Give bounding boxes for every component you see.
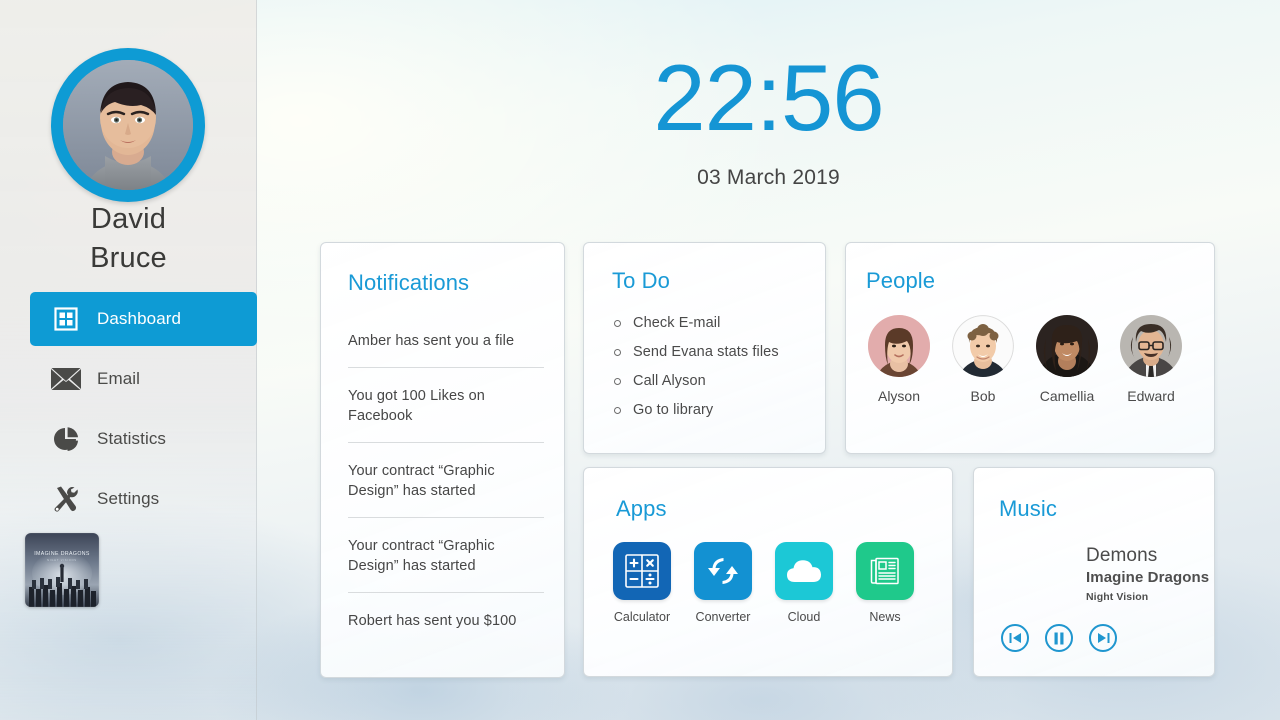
avatar-photo [63,60,193,190]
circle-bullet-icon [614,349,621,356]
notifications-list: Amber has sent you a file You got 100 Li… [348,313,544,647]
user-name: David Bruce [0,200,257,278]
sidebar-item-label: Statistics [97,429,167,448]
person-name: Alyson [877,388,921,404]
album-art[interactable]: IMAGINE DRAGONS NIGHT VISIONS [25,533,99,607]
tools-icon [48,484,84,514]
desktop-dashboard: David Bruce Dashboard Email Statistics S… [0,0,1280,720]
list-item[interactable]: Bob [952,315,1014,404]
sidebar-item-label: Email [97,369,141,388]
todo-item-label: Call Alyson [633,373,706,389]
todo-item-label: Check E-mail [633,315,721,331]
app-news[interactable]: News [856,542,914,624]
music-metadata: Demons Imagine Dragons Night Vision [1086,544,1209,606]
clock-date: 03 March 2019 [697,166,840,189]
person-name: Camellia [1039,388,1095,404]
convert-arrows-icon [694,542,752,600]
people-list: Alyson Bob Camellia Edward [868,315,1182,404]
sidebar: David Bruce Dashboard Email Statistics S… [0,0,257,720]
app-cloud[interactable]: Cloud [775,542,833,624]
clock-widget: 22:56 03 March 2019 [257,48,1280,190]
cloud-icon [775,542,833,600]
svg-text:IMAGINE DRAGONS: IMAGINE DRAGONS [34,551,90,557]
sidebar-item-email[interactable]: Email [0,352,257,406]
sidebar-item-settings[interactable]: Settings [0,472,257,526]
todo-item-label: Send Evana stats files [633,344,779,360]
track-album: Night Vision [1086,591,1149,603]
user-last-name: Bruce [90,242,167,274]
sidebar-item-label: Settings [97,489,160,508]
apps-list: Calculator Converter Cloud News [613,542,914,624]
sidebar-nav: Dashboard Email Statistics Settings [0,292,257,532]
list-item[interactable]: Call Alyson [614,367,811,396]
list-item[interactable]: Edward [1120,315,1182,404]
app-label: Converter [695,610,751,624]
previous-button[interactable] [1001,624,1029,652]
sidebar-item-label: Dashboard [97,309,182,328]
notifications-title: Notifications [348,270,470,295]
list-item[interactable]: Robert has sent you $100 [348,593,544,647]
envelope-icon [48,364,84,394]
avatar [1120,315,1182,377]
grid-icon [48,304,84,334]
person-name: Bob [970,388,996,404]
circle-bullet-icon [614,378,621,385]
todo-list: Check E-mail Send Evana stats files Call… [614,309,811,425]
people-panel: People Alyson Bob Camellia Edward [845,242,1215,454]
app-label: Calculator [613,610,671,624]
music-title-header: Music [999,496,1057,521]
avatar [868,315,930,377]
app-calculator[interactable]: Calculator [613,542,671,624]
track-artist: Imagine Dragons [1086,569,1210,586]
pie-chart-icon [48,424,84,454]
app-label: Cloud [787,610,821,624]
track-title: Demons [1086,545,1158,566]
circle-bullet-icon [614,407,621,414]
person-name: Edward [1127,388,1175,404]
app-label: News [869,610,901,624]
todo-panel: To Do Check E-mail Send Evana stats file… [583,242,826,454]
list-item[interactable]: Check E-mail [614,309,811,338]
sidebar-item-statistics[interactable]: Statistics [0,412,257,466]
list-item[interactable]: Your contract “Graphic Design” has start… [348,518,544,593]
todo-title: To Do [612,268,670,293]
next-button[interactable] [1089,624,1117,652]
apps-title: Apps [616,496,667,521]
user-first-name: David [90,203,167,235]
pause-button[interactable] [1045,624,1073,652]
music-controls [1001,624,1117,652]
list-item[interactable]: Camellia [1036,315,1098,404]
people-title: People [866,268,936,293]
list-item[interactable]: Alyson [868,315,930,404]
svg-text:NIGHT VISIONS: NIGHT VISIONS [47,558,77,562]
avatar [952,315,1014,377]
newspaper-icon [856,542,914,600]
circle-bullet-icon [614,320,621,327]
notifications-panel: Notifications Amber has sent you a file … [320,242,565,678]
list-item[interactable]: Send Evana stats files [614,338,811,367]
sidebar-item-dashboard[interactable]: Dashboard [30,292,257,346]
avatar[interactable] [51,48,205,202]
list-item[interactable]: Amber has sent you a file [348,313,544,368]
app-converter[interactable]: Converter [694,542,752,624]
music-panel: Music Demons Imagine Dragons Night Visio… [973,467,1215,677]
list-item[interactable]: Your contract “Graphic Design” has start… [348,443,544,518]
list-item[interactable]: You got 100 Likes on Facebook [348,368,544,443]
apps-panel: Apps Calculator Converter Cloud News [583,467,953,677]
calculator-icon [613,542,671,600]
clock-time: 22:56 [653,45,884,150]
todo-item-label: Go to library [633,402,714,418]
list-item[interactable]: Go to library [614,396,811,425]
avatar [1036,315,1098,377]
